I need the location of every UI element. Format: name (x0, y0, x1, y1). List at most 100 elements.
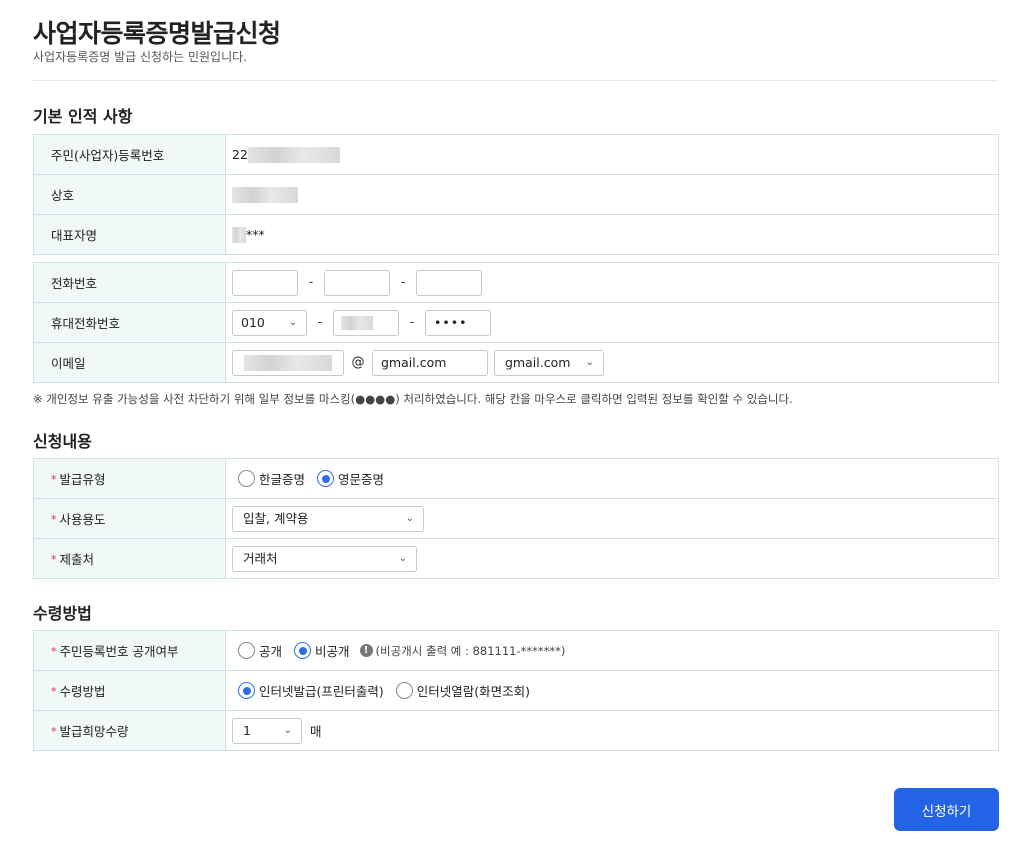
type-label: 발급유형 (59, 472, 106, 487)
table-row: * 제출처 거래처 ⌄ (33, 538, 999, 579)
phone-part2-input[interactable] (324, 269, 390, 296)
company-masked (232, 186, 298, 203)
purpose-label-cell: * 사용용도 (33, 498, 226, 539)
purpose-select[interactable]: 입찰, 계약용 ⌄ (232, 505, 424, 532)
required-mark: * (51, 725, 57, 738)
mobile-last-input[interactable]: •••• (425, 309, 491, 336)
rep-value-cell: *** (225, 214, 999, 255)
submit-button[interactable]: 신청하기 (894, 788, 999, 831)
mobile-cell: 010 ⌄ - - •••• (225, 302, 999, 343)
type-english-radio[interactable] (317, 470, 335, 487)
email-domain-value: gmail.com (381, 354, 447, 370)
contact-table: 전화번호 -- 휴대전화번호 010 ⌄ - - •••• 이메일 @ gmail.com… (33, 262, 999, 383)
table-row: * 수령방법 인터넷발급(프린터출력) 인터넷열람(화면조회) (33, 670, 999, 711)
dash: - (400, 275, 406, 290)
disclose-hint: (비공개시 출력 예 : 881111-*******) (375, 643, 566, 658)
method-label-cell: * 수령방법 (33, 670, 226, 711)
quantity-cell: 1 ⌄ 매 (225, 710, 999, 751)
mobile-last-value: •••• (434, 314, 468, 330)
method-internet-view-label: 인터넷열람(화면조회) (416, 684, 531, 699)
quantity-select[interactable]: 1 ⌄ (232, 717, 302, 744)
disclose-label-cell: * 주민등록번호 공개여부 (33, 630, 226, 671)
rep-label: 대표자명 (33, 214, 226, 255)
required-mark: * (51, 473, 57, 486)
info-icon: ! (359, 644, 373, 657)
page-title: 사업자등록증명발급신청 (33, 19, 281, 48)
rrn-masked (247, 146, 340, 163)
page-subtitle: 사업자등록증명 발급 신청하는 민원입니다. (33, 50, 247, 64)
disclose-cell: 공개 비공개! (비공개시 출력 예 : 881111-*******) (225, 630, 999, 671)
table-row: * 발급희망수량 1 ⌄ 매 (33, 710, 999, 751)
disclose-public-radio[interactable] (238, 642, 255, 659)
submit-to-cell: 거래처 ⌄ (225, 538, 999, 579)
table-row: 주민(사업자)등록번호 22 (33, 134, 999, 175)
table-row: 전화번호 -- (33, 262, 999, 303)
email-cell: @ gmail.com gmail.com ⌄ (225, 342, 999, 383)
mobile-label: 휴대전화번호 (33, 302, 226, 343)
submit-to-label: 제출처 (59, 552, 95, 567)
dash: - (317, 315, 323, 330)
rrn-label: 주민(사업자)등록번호 (33, 134, 226, 175)
email-domain-select-value: gmail.com (505, 354, 571, 370)
email-label: 이메일 (33, 342, 226, 383)
chevron-down-icon: ⌄ (585, 356, 594, 368)
mobile-prefix-select[interactable]: 010 ⌄ (232, 309, 307, 336)
method-internet-issue-label: 인터넷발급(프린터출력) (259, 684, 384, 699)
section-title-basic-info: 기본 인적 사항 (33, 107, 133, 126)
disclose-public-label: 공개 (259, 644, 283, 659)
chevron-down-icon: ⌄ (283, 724, 292, 736)
table-row: * 주민등록번호 공개여부 공개 비공개! (비공개시 출력 예 : 881111-*… (33, 630, 999, 671)
email-id-input[interactable] (232, 349, 344, 376)
method-internet-issue-radio[interactable] (238, 682, 255, 699)
type-label-cell: * 발급유형 (33, 458, 226, 499)
chevron-down-icon: ⌄ (398, 552, 407, 564)
email-id-masked (244, 354, 332, 371)
phone-cell: -- (225, 262, 999, 303)
table-row: * 발급유형 한글증명 영문증명 (33, 458, 999, 499)
type-cell: 한글증명 영문증명 (225, 458, 999, 499)
type-korean-label: 한글증명 (259, 472, 306, 487)
mobile-middle-masked (341, 315, 373, 330)
rep-masked (232, 226, 246, 243)
company-value-cell (225, 174, 999, 215)
mobile-prefix-value: 010 (241, 314, 265, 330)
quantity-value: 1 (243, 722, 251, 738)
disclose-private-label: 비공개 (315, 644, 350, 659)
quantity-unit: 매 (310, 724, 322, 739)
type-korean-radio[interactable] (238, 470, 255, 487)
purpose-label: 사용용도 (59, 512, 106, 527)
company-label: 상호 (33, 174, 226, 215)
required-mark: * (51, 685, 57, 698)
rep-value: *** (246, 227, 265, 243)
phone-label: 전화번호 (33, 262, 226, 303)
purpose-value: 입찰, 계약용 (243, 510, 309, 526)
disclose-label: 주민등록번호 공개여부 (59, 644, 179, 659)
mobile-middle-input[interactable] (333, 309, 399, 336)
chevron-down-icon: ⌄ (288, 316, 297, 328)
phone-part1-input[interactable] (232, 269, 298, 296)
chevron-down-icon: ⌄ (405, 512, 414, 524)
masking-notice: ※ 개인정보 유출 가능성을 사전 차단하기 위해 일부 정보를 마스킹(●●●… (33, 392, 793, 406)
quantity-label-cell: * 발급희망수량 (33, 710, 226, 751)
quantity-label: 발급희망수량 (59, 724, 129, 739)
required-mark: * (51, 513, 57, 526)
submit-to-label-cell: * 제출처 (33, 538, 226, 579)
required-mark: * (51, 553, 57, 566)
section-title-application: 신청내용 (33, 432, 92, 451)
basic-info-table: 주민(사업자)등록번호 22 상호 대표자명 *** (33, 134, 999, 255)
disclose-private-radio[interactable] (294, 642, 312, 659)
method-label: 수령방법 (59, 684, 106, 699)
at-sign: @ (351, 355, 365, 370)
dash: - (308, 275, 314, 290)
section-title-receipt: 수령방법 (33, 604, 92, 623)
table-row: 대표자명 *** (33, 214, 999, 255)
top-divider (33, 80, 998, 81)
method-cell: 인터넷발급(프린터출력) 인터넷열람(화면조회) (225, 670, 999, 711)
method-internet-view-radio[interactable] (395, 682, 413, 699)
required-mark: * (51, 645, 57, 658)
submit-to-select[interactable]: 거래처 ⌄ (232, 545, 417, 572)
email-domain-select[interactable]: gmail.com ⌄ (494, 349, 604, 376)
purpose-cell: 입찰, 계약용 ⌄ (225, 498, 999, 539)
email-domain-input[interactable]: gmail.com (372, 349, 488, 376)
phone-part3-input[interactable] (416, 269, 482, 296)
